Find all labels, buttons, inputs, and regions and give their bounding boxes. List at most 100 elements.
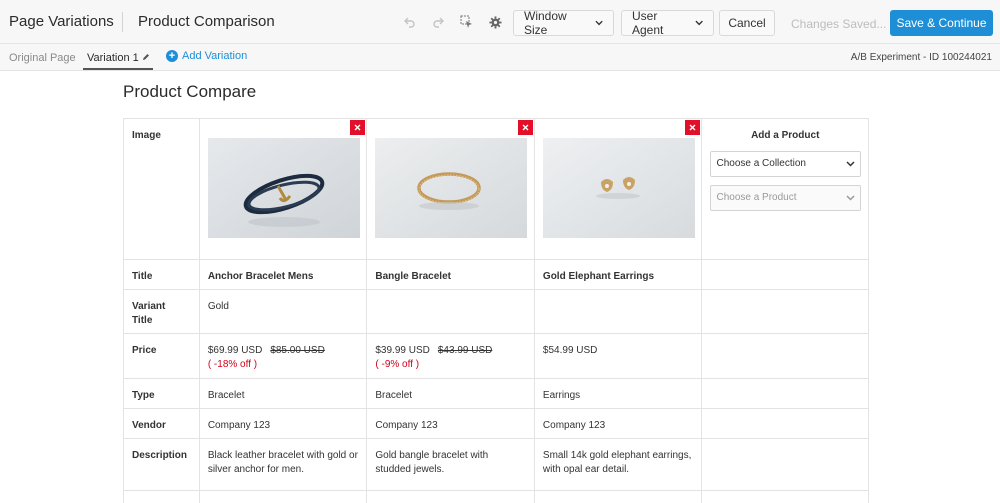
gear-icon[interactable] [484,11,506,33]
experiment-id: A/B Experiment - ID 100244021 [850,52,992,63]
add-product-title: Add a Product [751,130,820,141]
product-price-cell: $69.99 USD $85.00 USD ( -18% off ) [200,334,368,378]
product-type: Bracelet [367,379,535,408]
table-row-title: Title Anchor Bracelet Mens Bangle Bracel… [124,260,870,290]
product-image-bangle-bracelet[interactable] [375,138,528,238]
add-product-cell: Add a Product Choose a Collection Choose… [702,119,870,259]
title-divider [122,12,123,32]
product-image-anchor-bracelet[interactable] [207,138,360,238]
product-price-cell: $54.99 USD [535,334,703,378]
table-row-variant-title: Variant Title Gold [124,290,870,334]
empty-cell [702,409,870,438]
row-label: Vendor [124,409,200,438]
user-agent-dropdown[interactable]: User Agent [621,9,714,37]
empty-cell [702,379,870,408]
cancel-button[interactable]: Cancel [719,10,775,36]
row-label: Variant Title [124,290,200,333]
save-status: Changes Saved... [791,17,887,31]
pencil-icon[interactable] [142,53,150,61]
product-description: Small 14k gold elephant earrings, with o… [535,439,703,490]
remove-product-button[interactable] [685,120,701,135]
close-icon [354,124,361,131]
add-variation-label: Add Variation [182,50,248,62]
product-image-cell [367,119,535,259]
row-label-line: Title [132,315,153,326]
table-row-vendor: Vendor Company 123 Company 123 Company 1… [124,409,870,439]
empty-cell [535,491,703,503]
product-title: Bangle Bracelet [367,260,535,289]
page-heading: Product Compare [123,82,257,101]
tab-variation-1[interactable]: Variation 1 [87,52,139,64]
product-price-cell: $39.99 USD $43.99 USD ( -9% off ) [367,334,535,378]
window-size-label: Window Size [524,9,567,37]
empty-cell [702,491,870,503]
plus-icon: + [166,50,178,62]
product-title: Anchor Bracelet Mens [200,260,368,289]
product-price: $54.99 USD [542,345,598,356]
product-vendor: Company 123 [200,409,368,438]
page-title: Product Comparison [138,13,275,30]
collection-select-label: Choose a Collection [716,158,806,169]
top-toolbar: Page Variations Product Comparison Windo… [0,0,1000,44]
tab-original-page[interactable]: Original Page [9,52,76,64]
empty-cell [702,260,870,289]
empty-cell [702,439,870,490]
row-label-line: Variant [132,301,166,312]
product-variant: Gold [200,290,368,333]
compare-at-price: $43.99 USD [437,345,493,356]
product-description: Black leather bracelet with gold or silv… [200,439,368,490]
remove-product-button[interactable] [350,120,366,135]
window-size-dropdown[interactable]: Window Size [513,9,614,37]
table-row [124,491,870,503]
empty-cell [702,334,870,378]
discount-label: ( -9% off ) [375,359,420,370]
product-image-cell [535,119,703,259]
product-type: Earrings [535,379,703,408]
table-row-description: Description Black leather bracelet with … [124,439,870,491]
active-tab-indicator [83,68,153,70]
row-label: Type [124,379,200,408]
product-price: $69.99 USD [207,345,263,356]
product-variant [367,290,535,333]
remove-product-button[interactable] [517,120,533,135]
row-label: Description [124,439,200,490]
product-price: $39.99 USD [375,345,430,356]
app-title: Page Variations [9,13,114,30]
product-select[interactable]: Choose a Product [710,185,862,211]
select-element-icon[interactable] [456,11,478,33]
save-continue-button[interactable]: Save & Continue [890,10,993,36]
table-row-price: Price $69.99 USD $85.00 USD ( -18% off ) … [124,334,870,379]
undo-icon[interactable] [399,11,421,33]
chevron-down-icon [846,161,855,167]
product-vendor: Company 123 [367,409,535,438]
user-agent-label: User Agent [632,9,664,37]
product-type: Bracelet [200,379,368,408]
add-variation-button[interactable]: + Add Variation [166,50,247,62]
product-image-elephant-earrings[interactable] [542,138,695,238]
product-description: Gold bangle bracelet with studded jewels… [367,439,535,490]
compare-at-price: $85.00 USD [270,345,325,356]
empty-cell [702,290,870,333]
collection-select[interactable]: Choose a Collection [710,151,862,177]
empty-cell [124,491,200,503]
row-label: Title [124,260,200,289]
table-row-type: Type Bracelet Bracelet Earrings [124,379,870,409]
chevron-down-icon [846,195,855,201]
empty-cell [200,491,368,503]
redo-icon[interactable] [427,11,449,33]
product-image-cell [200,119,368,259]
discount-label: ( -18% off ) [207,359,258,370]
product-variant [535,290,703,333]
product-select-label: Choose a Product [716,192,797,203]
row-label: Image [124,119,200,259]
close-icon [522,124,529,131]
product-compare-table: Image Add a Product Choose a Collection … [123,118,870,503]
variation-tabs-bar: Original Page Variation 1 + Add Variatio… [0,44,1000,71]
table-row-image: Image Add a Product Choose a Collection … [124,119,870,260]
product-title: Gold Elephant Earrings [535,260,703,289]
row-label: Price [124,334,200,378]
chevron-down-icon [695,20,703,26]
close-icon [689,124,696,131]
product-vendor: Company 123 [535,409,703,438]
empty-cell [367,491,535,503]
